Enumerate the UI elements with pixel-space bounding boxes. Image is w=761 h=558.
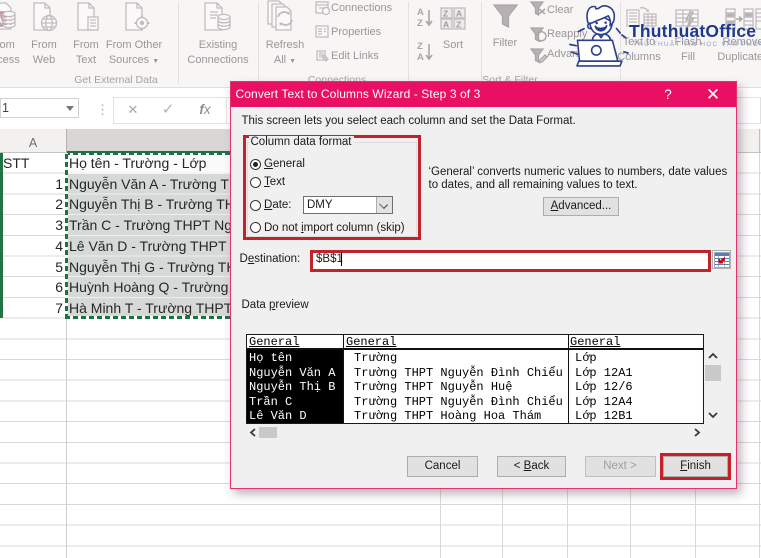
- svg-text:A: A: [0, 15, 3, 26]
- svg-text:A: A: [417, 7, 424, 18]
- svg-text:A: A: [417, 52, 424, 63]
- svg-text:A: A: [456, 9, 462, 19]
- svg-text:Z: Z: [456, 20, 461, 30]
- svg-text:A: A: [443, 20, 449, 30]
- svg-text:Z: Z: [417, 18, 423, 29]
- svg-text:Z: Z: [443, 9, 448, 19]
